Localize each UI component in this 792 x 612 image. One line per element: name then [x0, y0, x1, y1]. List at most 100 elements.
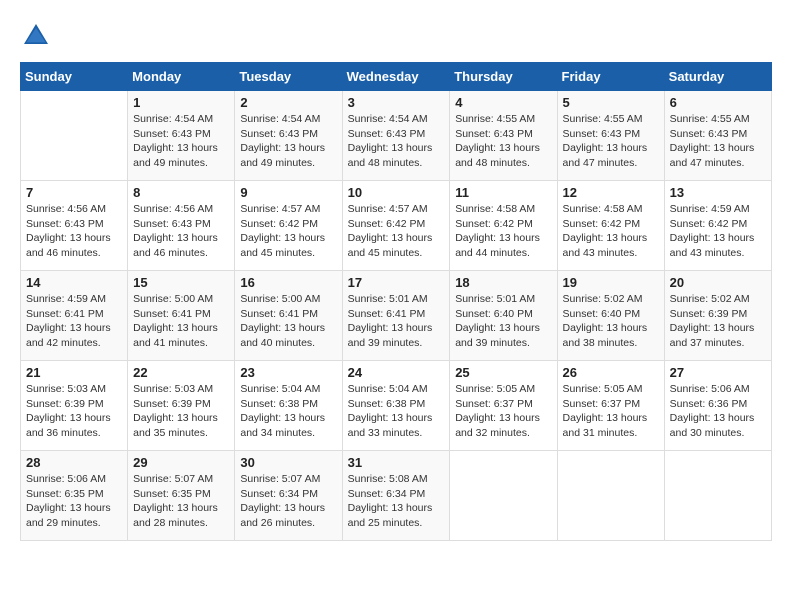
day-number: 13 [670, 185, 766, 200]
calendar-cell: 6 Sunrise: 4:55 AM Sunset: 6:43 PM Daylig… [664, 91, 771, 181]
header-cell-saturday: Saturday [664, 63, 771, 91]
calendar-cell: 1Sunrise: 4:54 AM Sunset: 6:43 PM Daylig… [128, 91, 235, 181]
calendar-cell: 23 Sunrise: 5:04 AM Sunset: 6:38 PM Dayli… [235, 361, 342, 451]
day-info: Sunrise: 4:58 AM Sunset: 6:42 PM Dayligh… [455, 202, 551, 261]
day-info: Sunrise: 4:59 AM Sunset: 6:42 PM Dayligh… [670, 202, 766, 261]
day-number: 28 [26, 455, 122, 470]
day-info: Sunrise: 4:56 AM Sunset: 6:43 PM Dayligh… [133, 202, 229, 261]
day-info: Sunrise: 4:59 AM Sunset: 6:41 PM Dayligh… [26, 292, 122, 351]
header-cell-thursday: Thursday [450, 63, 557, 91]
calendar-cell: 11 Sunrise: 4:58 AM Sunset: 6:42 PM Dayli… [450, 181, 557, 271]
calendar-cell: 22 Sunrise: 5:03 AM Sunset: 6:39 PM Dayli… [128, 361, 235, 451]
calendar-cell: 5Sunrise: 4:55 AM Sunset: 6:43 PM Daylig… [557, 91, 664, 181]
day-number: 4 [455, 95, 551, 110]
calendar-cell: 29 Sunrise: 5:07 AM Sunset: 6:35 PM Dayli… [128, 451, 235, 541]
day-info: Sunrise: 4:57 AM Sunset: 6:42 PM Dayligh… [348, 202, 445, 261]
day-number: 2 [240, 95, 336, 110]
day-number: 12 [563, 185, 659, 200]
logo [20, 20, 56, 52]
calendar-cell: 14 Sunrise: 4:59 AM Sunset: 6:41 PM Dayli… [21, 271, 128, 361]
calendar-cell: 26Sunrise: 5:05 AM Sunset: 6:37 PM Dayli… [557, 361, 664, 451]
day-number: 23 [240, 365, 336, 380]
day-info: Sunrise: 5:02 AM Sunset: 6:40 PM Dayligh… [563, 292, 659, 351]
logo-icon [20, 20, 52, 52]
day-info: Sunrise: 5:04 AM Sunset: 6:38 PM Dayligh… [240, 382, 336, 441]
day-info: Sunrise: 4:55 AM Sunset: 6:43 PM Dayligh… [455, 112, 551, 171]
calendar-row: 21 Sunrise: 5:03 AM Sunset: 6:39 PM Dayli… [21, 361, 772, 451]
calendar-cell: 28 Sunrise: 5:06 AM Sunset: 6:35 PM Dayli… [21, 451, 128, 541]
calendar-cell: 17 Sunrise: 5:01 AM Sunset: 6:41 PM Dayli… [342, 271, 450, 361]
day-info: Sunrise: 5:03 AM Sunset: 6:39 PM Dayligh… [133, 382, 229, 441]
day-info: Sunrise: 5:03 AM Sunset: 6:39 PM Dayligh… [26, 382, 122, 441]
calendar-row: 7Sunrise: 4:56 AM Sunset: 6:43 PM Daylig… [21, 181, 772, 271]
header-cell-monday: Monday [128, 63, 235, 91]
day-info: Sunrise: 5:00 AM Sunset: 6:41 PM Dayligh… [240, 292, 336, 351]
calendar-cell [21, 91, 128, 181]
header-cell-sunday: Sunday [21, 63, 128, 91]
day-number: 30 [240, 455, 336, 470]
day-number: 10 [348, 185, 445, 200]
calendar-cell: 24Sunrise: 5:04 AM Sunset: 6:38 PM Dayli… [342, 361, 450, 451]
day-info: Sunrise: 5:01 AM Sunset: 6:41 PM Dayligh… [348, 292, 445, 351]
day-info: Sunrise: 4:54 AM Sunset: 6:43 PM Dayligh… [348, 112, 445, 171]
day-info: Sunrise: 5:07 AM Sunset: 6:35 PM Dayligh… [133, 472, 229, 531]
header-cell-wednesday: Wednesday [342, 63, 450, 91]
page-header [20, 20, 772, 52]
calendar-cell: 10 Sunrise: 4:57 AM Sunset: 6:42 PM Dayli… [342, 181, 450, 271]
day-info: Sunrise: 5:00 AM Sunset: 6:41 PM Dayligh… [133, 292, 229, 351]
day-info: Sunrise: 4:57 AM Sunset: 6:42 PM Dayligh… [240, 202, 336, 261]
day-info: Sunrise: 5:06 AM Sunset: 6:35 PM Dayligh… [26, 472, 122, 531]
day-number: 25 [455, 365, 551, 380]
calendar-cell: 31Sunrise: 5:08 AM Sunset: 6:34 PM Dayli… [342, 451, 450, 541]
calendar-cell: 25 Sunrise: 5:05 AM Sunset: 6:37 PM Dayli… [450, 361, 557, 451]
day-number: 9 [240, 185, 336, 200]
day-number: 3 [348, 95, 445, 110]
day-info: Sunrise: 5:02 AM Sunset: 6:39 PM Dayligh… [670, 292, 766, 351]
day-info: Sunrise: 5:06 AM Sunset: 6:36 PM Dayligh… [670, 382, 766, 441]
day-number: 17 [348, 275, 445, 290]
day-number: 16 [240, 275, 336, 290]
calendar-cell: 21 Sunrise: 5:03 AM Sunset: 6:39 PM Dayli… [21, 361, 128, 451]
calendar-cell: 7Sunrise: 4:56 AM Sunset: 6:43 PM Daylig… [21, 181, 128, 271]
calendar-body: 1Sunrise: 4:54 AM Sunset: 6:43 PM Daylig… [21, 91, 772, 541]
calendar-cell: 2Sunrise: 4:54 AM Sunset: 6:43 PM Daylig… [235, 91, 342, 181]
calendar-cell: 9 Sunrise: 4:57 AM Sunset: 6:42 PM Daylig… [235, 181, 342, 271]
day-info: Sunrise: 5:05 AM Sunset: 6:37 PM Dayligh… [455, 382, 551, 441]
day-number: 22 [133, 365, 229, 380]
day-number: 18 [455, 275, 551, 290]
day-number: 8 [133, 185, 229, 200]
day-number: 21 [26, 365, 122, 380]
day-number: 15 [133, 275, 229, 290]
calendar-cell: 20 Sunrise: 5:02 AM Sunset: 6:39 PM Dayli… [664, 271, 771, 361]
day-info: Sunrise: 5:05 AM Sunset: 6:37 PM Dayligh… [563, 382, 659, 441]
day-number: 27 [670, 365, 766, 380]
day-number: 31 [348, 455, 445, 470]
day-number: 6 [670, 95, 766, 110]
day-number: 29 [133, 455, 229, 470]
calendar-cell [557, 451, 664, 541]
header-cell-tuesday: Tuesday [235, 63, 342, 91]
calendar-row: 1Sunrise: 4:54 AM Sunset: 6:43 PM Daylig… [21, 91, 772, 181]
calendar-cell: 12 Sunrise: 4:58 AM Sunset: 6:42 PM Dayli… [557, 181, 664, 271]
day-info: Sunrise: 4:54 AM Sunset: 6:43 PM Dayligh… [133, 112, 229, 171]
day-info: Sunrise: 4:55 AM Sunset: 6:43 PM Dayligh… [563, 112, 659, 171]
calendar-header: SundayMondayTuesdayWednesdayThursdayFrid… [21, 63, 772, 91]
day-info: Sunrise: 4:58 AM Sunset: 6:42 PM Dayligh… [563, 202, 659, 261]
day-info: Sunrise: 4:55 AM Sunset: 6:43 PM Dayligh… [670, 112, 766, 171]
day-number: 11 [455, 185, 551, 200]
day-number: 19 [563, 275, 659, 290]
day-info: Sunrise: 5:07 AM Sunset: 6:34 PM Dayligh… [240, 472, 336, 531]
day-number: 14 [26, 275, 122, 290]
calendar-cell: 27 Sunrise: 5:06 AM Sunset: 6:36 PM Dayli… [664, 361, 771, 451]
calendar-cell: 16 Sunrise: 5:00 AM Sunset: 6:41 PM Dayli… [235, 271, 342, 361]
calendar-cell: 18Sunrise: 5:01 AM Sunset: 6:40 PM Dayli… [450, 271, 557, 361]
day-number: 20 [670, 275, 766, 290]
calendar-cell: 3 Sunrise: 4:54 AM Sunset: 6:43 PM Daylig… [342, 91, 450, 181]
day-info: Sunrise: 4:56 AM Sunset: 6:43 PM Dayligh… [26, 202, 122, 261]
calendar-cell: 15 Sunrise: 5:00 AM Sunset: 6:41 PM Dayli… [128, 271, 235, 361]
header-cell-friday: Friday [557, 63, 664, 91]
calendar-cell: 13 Sunrise: 4:59 AM Sunset: 6:42 PM Dayli… [664, 181, 771, 271]
day-info: Sunrise: 5:04 AM Sunset: 6:38 PM Dayligh… [348, 382, 445, 441]
calendar-row: 14 Sunrise: 4:59 AM Sunset: 6:41 PM Dayli… [21, 271, 772, 361]
header-row: SundayMondayTuesdayWednesdayThursdayFrid… [21, 63, 772, 91]
